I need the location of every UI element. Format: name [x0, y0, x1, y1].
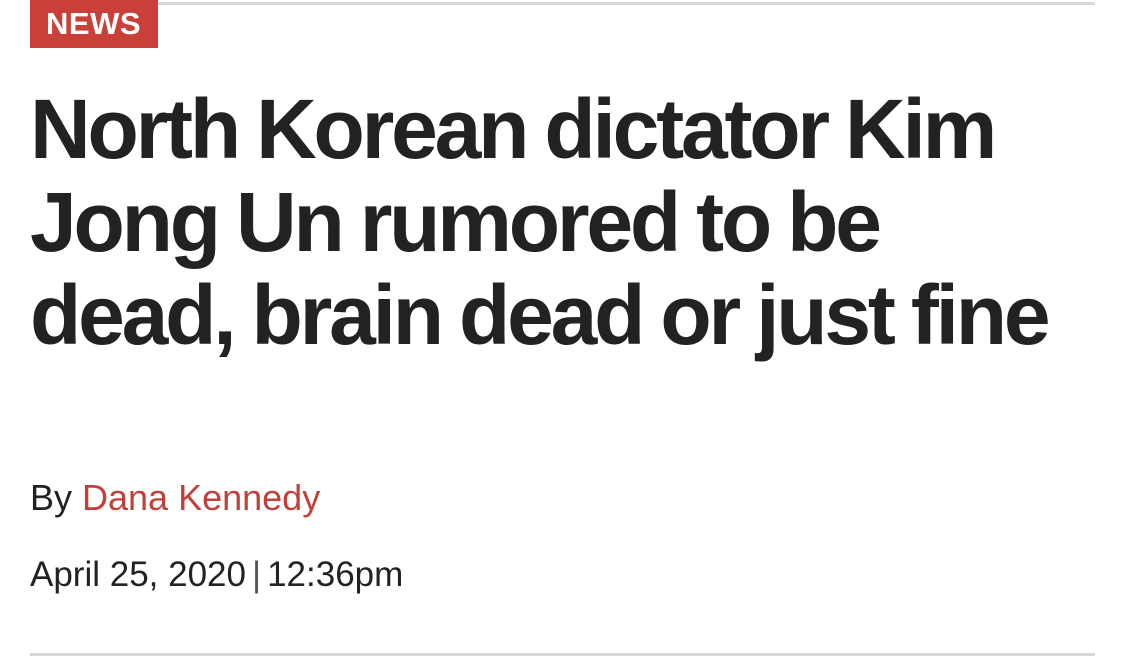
byline-prefix: By: [30, 477, 83, 518]
category-badge[interactable]: NEWS: [30, 0, 158, 48]
publish-date: April 25, 2020: [30, 555, 246, 594]
article-headline: North Korean dictator Kim Jong Un rumore…: [30, 82, 1051, 362]
byline: By Dana Kennedy: [30, 476, 320, 520]
author-link[interactable]: Dana Kennedy: [82, 477, 320, 518]
date-time-separator: |: [251, 555, 262, 594]
top-divider: [30, 2, 1095, 5]
publish-dateline: April 25, 2020 | 12:36pm: [30, 553, 403, 597]
publish-time: 12:36pm: [267, 555, 404, 594]
